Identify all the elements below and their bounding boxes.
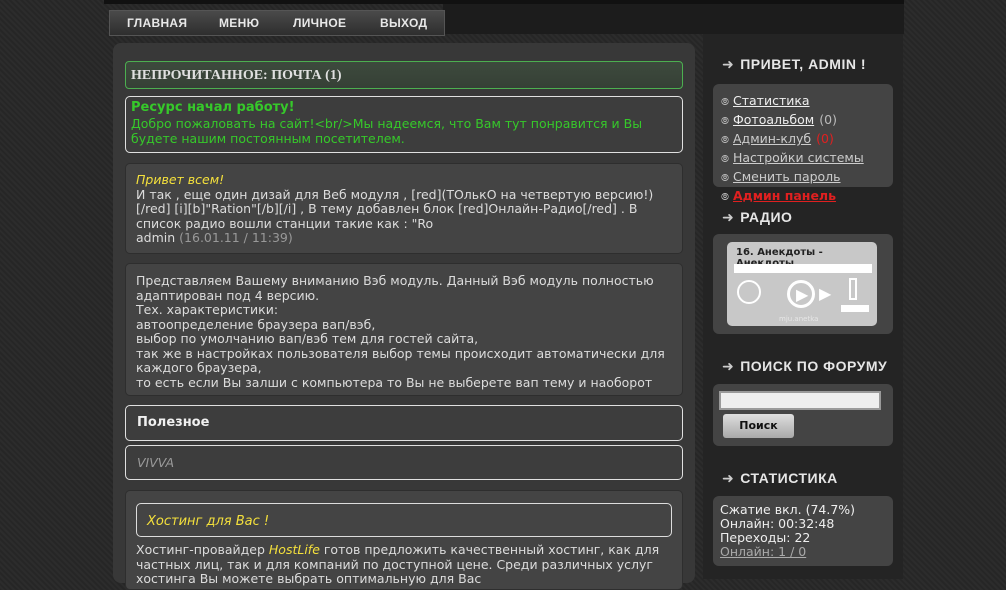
- bullet-icon: ⦾: [721, 173, 729, 184]
- bullet-icon: ⦾: [721, 135, 729, 146]
- article-line: так же в настройках пользователя выбор т…: [136, 345, 665, 375]
- link-label[interactable]: Админ-клуб: [733, 131, 811, 146]
- stats-title: ➜ СТАТИСТИКА: [722, 470, 838, 486]
- hosting-box: Хостинг для Вас ! Хостинг-провайдер Host…: [125, 490, 683, 590]
- stat-hits: Переходы: 22: [720, 530, 811, 545]
- bullet-icon: ⦾: [721, 154, 729, 165]
- hosting-provider-link[interactable]: HostLife: [269, 542, 320, 557]
- stat-online-link[interactable]: Онлайн: 1 / 0: [720, 545, 886, 559]
- post-date: (16.01.11 / 11:39): [179, 230, 293, 245]
- useful-item[interactable]: VIVVA: [125, 445, 683, 480]
- post-heading: Привет всем!: [136, 172, 225, 187]
- bullet-icon: ⦾: [721, 192, 729, 203]
- hosting-heading: Хостинг для Вас !: [147, 514, 270, 529]
- stat-compression: Сжатие вкл. (74.7%): [720, 502, 856, 517]
- bullet-icon: ⦾: [721, 116, 729, 127]
- main-nav: ГЛАВНАЯ МЕНЮ ЛИЧНОЕ ВЫХОД: [109, 10, 445, 36]
- article-line: то есть если Вы залши с компьютера то Вы…: [136, 374, 653, 390]
- menu-link-settings[interactable]: ⦾ Настройки системы: [721, 147, 885, 166]
- hosting-header: Хостинг для Вас !: [136, 503, 672, 537]
- volume-slider[interactable]: [849, 278, 857, 300]
- play-button[interactable]: ▶: [787, 280, 815, 308]
- nav-personal[interactable]: ЛИЧНОЕ: [293, 16, 346, 30]
- menu-link-admin-panel[interactable]: ⦾ Админ панель: [721, 185, 885, 204]
- radio-player[interactable]: 16. Анекдоты - Анекдоты ◀ ▶ ▶ mju.anetka: [727, 242, 877, 326]
- radio-title-text: РАДИО: [740, 209, 793, 225]
- unread-mail-title[interactable]: НЕПРОЧИТАННОЕ: ПОЧТА (1): [125, 61, 683, 89]
- useful-title: Полезное: [125, 405, 683, 441]
- welcome-heading: Ресурс начал работу!: [131, 100, 295, 115]
- forward-icon[interactable]: ▶: [819, 286, 831, 302]
- radio-title: ➜ РАДИО: [722, 209, 793, 225]
- stats-title-text: СТАТИСТИКА: [740, 470, 838, 486]
- article-line: Представляем Вашему вниманию Вэб модуль.…: [136, 273, 654, 303]
- greeting-title-text: ПРИВЕТ, ADMIN !: [740, 56, 867, 72]
- stat-online-time: Онлайн: 00:32:48: [720, 516, 835, 531]
- search-title: ➜ ПОИСК ПО ФОРУМУ: [722, 358, 888, 374]
- menu-link-password[interactable]: ⦾ Сменить пароль: [721, 166, 885, 185]
- article-line: выбор по умолчанию вап/вэб тем для госте…: [136, 331, 479, 346]
- hosting-text-before: Хостинг-провайдер: [136, 542, 269, 557]
- link-label[interactable]: Настройки системы: [733, 150, 864, 165]
- radio-logo-icon: [737, 280, 761, 304]
- user-menu: ⦾ Статистика ⦾ Фотоальбом (0) ⦾ Админ-клуб …: [713, 84, 893, 203]
- radio-progress: [734, 264, 872, 273]
- nav-home[interactable]: ГЛАВНАЯ: [127, 16, 187, 30]
- article-box: Представляем Вашему вниманию Вэб модуль.…: [125, 263, 683, 396]
- radio-footer: mju.anetka: [779, 315, 819, 323]
- stats-box: Сжатие вкл. (74.7%) Онлайн: 00:32:48 Пер…: [713, 496, 893, 566]
- welcome-text: Добро пожаловать на сайт!<br/>Мы надеемс…: [131, 115, 643, 146]
- post-text: И так , еще один дизай для Веб модуля , …: [136, 186, 654, 231]
- article-line: Тех. характеристики:: [136, 302, 279, 317]
- nav-menu[interactable]: МЕНЮ: [219, 16, 259, 30]
- search-button[interactable]: Поиск: [723, 414, 794, 438]
- link-count: (0): [816, 131, 834, 146]
- menu-link-admin-club[interactable]: ⦾ Админ-клуб (0): [721, 128, 885, 147]
- link-label[interactable]: Статистика: [733, 93, 810, 108]
- menu-link-photos[interactable]: ⦾ Фотоальбом (0): [721, 109, 885, 128]
- greeting-title: ➜ ПРИВЕТ, ADMIN !: [722, 56, 867, 72]
- welcome-box: Ресурс начал работу! Добро пожаловать на…: [125, 96, 683, 153]
- nav-logout[interactable]: ВЫХОД: [380, 16, 427, 30]
- link-label[interactable]: Админ панель: [733, 188, 836, 203]
- header-bar: [443, 4, 904, 34]
- menu-link-stats[interactable]: ⦾ Статистика: [721, 90, 885, 109]
- news-post: Привет всем! И так , еще один дизай для …: [125, 163, 683, 254]
- link-label[interactable]: Сменить пароль: [733, 169, 841, 184]
- article-line: автоопределение браузера вап/вэб,: [136, 316, 376, 332]
- play-icon: ▶: [796, 285, 809, 304]
- bullet-icon: ⦾: [721, 97, 729, 108]
- volume-bar: [841, 305, 869, 312]
- link-count: (0): [819, 112, 837, 127]
- search-title-text: ПОИСК ПО ФОРУМУ: [740, 358, 888, 374]
- link-label[interactable]: Фотоальбом: [733, 112, 814, 127]
- post-author[interactable]: admin: [136, 230, 175, 245]
- search-input[interactable]: [719, 391, 881, 410]
